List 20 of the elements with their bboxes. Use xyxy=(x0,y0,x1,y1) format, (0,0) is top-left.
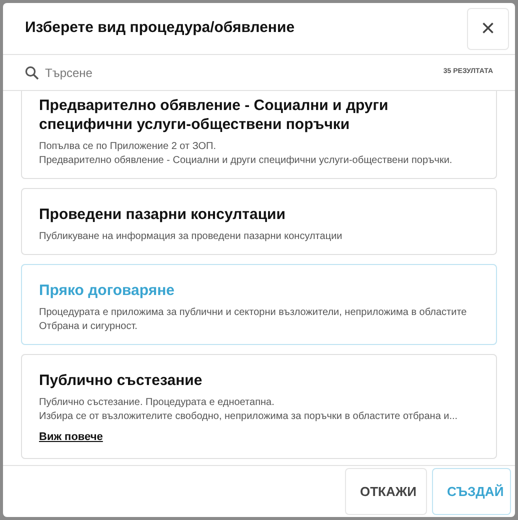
close-button[interactable]: × xyxy=(467,8,509,50)
option-card[interactable]: Проведени пазарни консултации Публикуване на информация за проведени пазарни консултации xyxy=(21,188,497,255)
search-field[interactable]: Търсене xyxy=(45,64,444,82)
option-description: Публично състезание. Процедурата е едноетапна. xyxy=(39,396,276,410)
option-description: Предварително обявление - Социални и други специфични услуги-обществени поръчки. xyxy=(39,154,454,168)
option-title: Пряко договаряне xyxy=(39,281,176,300)
cancel-button[interactable]: ОТКАЖИ xyxy=(345,468,427,515)
option-description: Процедурата е приложима за публични и секторни възложители, неприложима в областите Отбрана и сигурност. xyxy=(39,306,468,334)
option-title: Проведени пазарни консултации xyxy=(39,205,286,224)
option-card[interactable]: Предварително обявление - Социални и други специфични услуги-обществени поръчки Попълва се по Приложение 2 от ЗОП. Предварително обявление - Социални и други специфични услуги-обществени поръчки. xyxy=(21,91,497,179)
option-card[interactable]: Публично състезание Публично състезание. Процедурата е едноетапна. Избира се от възложителите свободно, неприложима за поръчки в областите отбрана и... Виж повече xyxy=(21,354,497,459)
search-icon xyxy=(25,66,39,80)
option-title: Предварително обявление - Социални и други специфични услуги-обществени поръчки xyxy=(39,96,390,134)
option-description: Попълва се по Приложение 2 от ЗОП. xyxy=(39,140,218,154)
option-title: Публично състезание xyxy=(39,371,204,390)
dialog-title: Изберете вид процедура/обявление xyxy=(25,18,295,38)
see-more-link[interactable]: Виж повече xyxy=(39,431,103,443)
option-card[interactable]: Пряко договаряне Процедурата е приложима за публични и секторни възложители, неприложима в областите Отбрана и сигурност. xyxy=(21,264,497,345)
option-description: Избира се от възложителите свободно, неприложима за поръчки в областите отбрана и... xyxy=(39,410,459,424)
option-description: Публикуване на информация за проведени пазарни консултации xyxy=(39,230,344,244)
